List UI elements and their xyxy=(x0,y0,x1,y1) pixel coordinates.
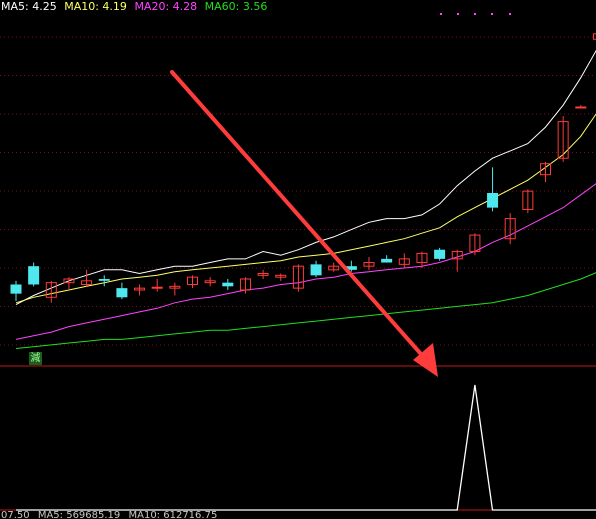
marker-dot xyxy=(474,13,476,15)
ma60-label: MA60: 3.56 xyxy=(204,0,268,13)
candle-body xyxy=(381,258,393,263)
chart-canvas xyxy=(0,13,596,511)
indicator-line xyxy=(16,384,596,511)
volume-ma10-label: MA10: 612716.75 xyxy=(128,510,218,519)
reduce-signal-badge: 減 xyxy=(29,352,42,365)
volume-value: 07.50 xyxy=(1,510,30,519)
ma10-label: MA10: 4.19 xyxy=(64,0,127,13)
ma20-label: MA20: 4.28 xyxy=(134,0,198,13)
candle-body xyxy=(575,106,587,109)
ma-line-ma10 xyxy=(15,113,596,304)
candle-body xyxy=(10,284,22,294)
volume-legend: 07.50 MA5: 569685.19 MA10: 612716.75 xyxy=(1,510,222,519)
ma5-label: MA5: 4.25 xyxy=(1,0,57,13)
candle-body xyxy=(98,278,110,281)
candle-body xyxy=(487,192,499,208)
annotation-arrow-shaft xyxy=(170,70,430,364)
candle-body xyxy=(310,264,322,276)
marker-dot xyxy=(440,13,442,15)
marker-dot xyxy=(457,13,459,15)
marker-dot xyxy=(491,13,493,15)
volume-ma5-label: MA5: 569685.19 xyxy=(37,510,121,519)
ma-line-ma5 xyxy=(15,49,596,306)
candle-body xyxy=(434,249,446,259)
candle-body xyxy=(222,282,234,287)
ma-legend: MA5: 4.25 MA10: 4.19 MA20: 4.28 MA60: 3.… xyxy=(1,0,271,14)
candle-body xyxy=(151,286,163,289)
candle-body xyxy=(28,266,40,285)
marker-dot xyxy=(509,13,511,15)
candle-body xyxy=(116,288,128,298)
stock-chart: MA5: 4.25 MA10: 4.19 MA20: 4.28 MA60: 3.… xyxy=(0,0,596,519)
ma-line-ma20 xyxy=(15,183,596,340)
